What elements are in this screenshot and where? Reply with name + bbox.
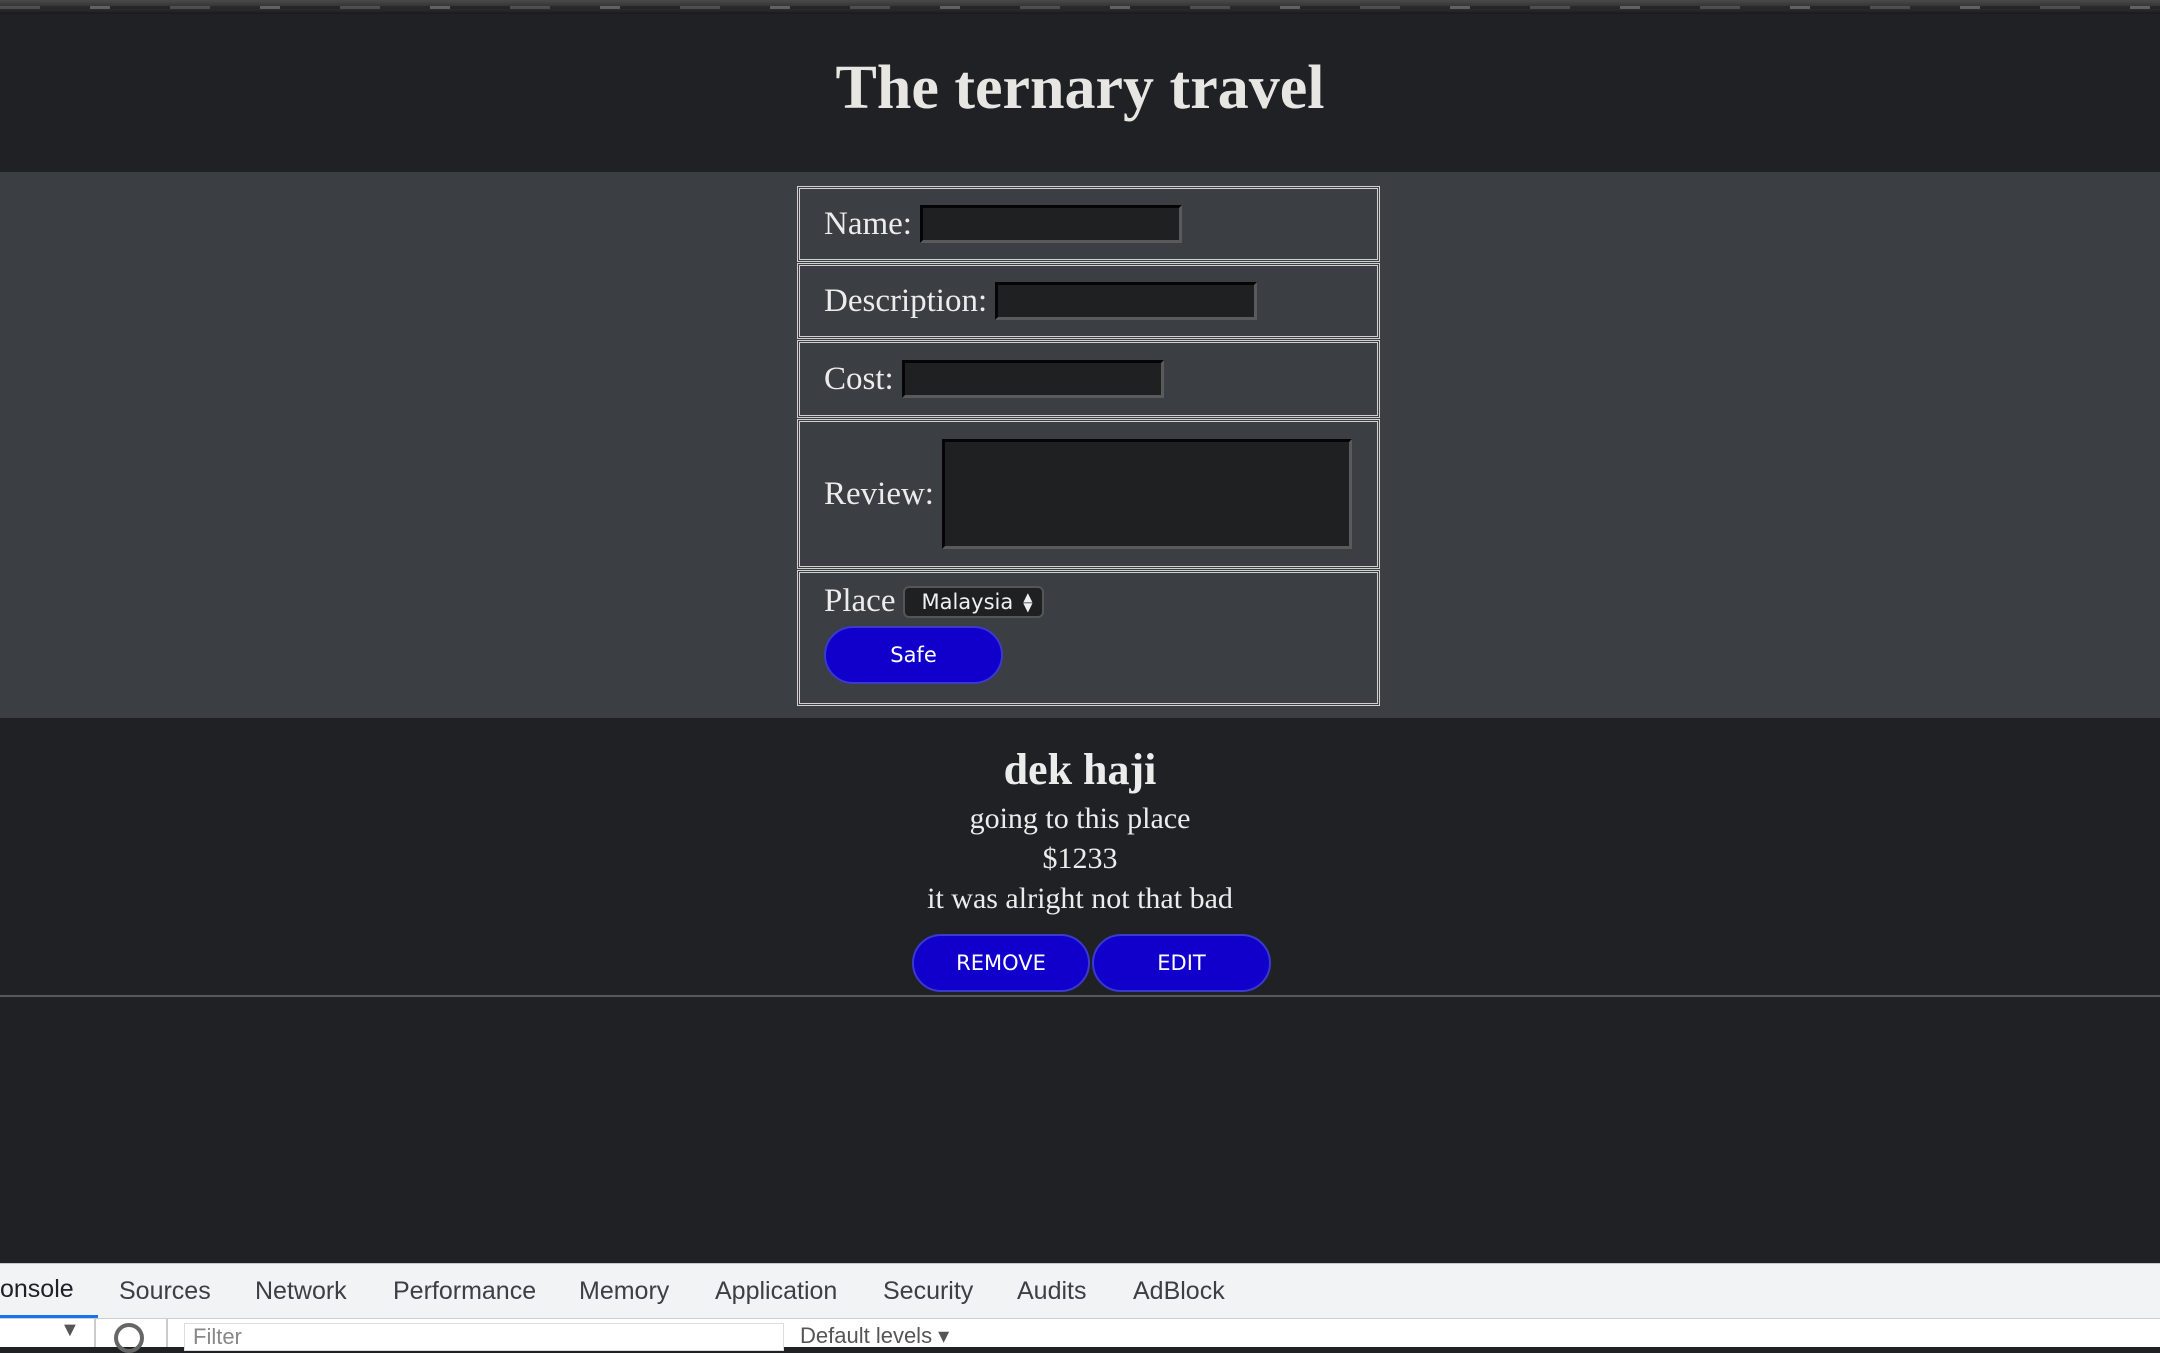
cost-input[interactable]: [901, 360, 1164, 398]
cost-row: Cost:: [797, 340, 1380, 418]
context-dropdown-icon[interactable]: ▼: [60, 1319, 80, 1342]
devtools-panel: onsole Sources Network Performance Memor…: [0, 1263, 2160, 1353]
place-line: Place Malaysia ▲ ▼: [824, 583, 1045, 620]
place-label: Place: [824, 583, 896, 619]
review-label: Review:: [824, 475, 934, 512]
filter-placeholder: Filter: [193, 1324, 242, 1349]
name-input[interactable]: [919, 205, 1182, 243]
entry-review: it was alright not that bad: [927, 882, 1233, 915]
place-select[interactable]: Malaysia ▲ ▼: [903, 585, 1045, 618]
console-toolbar: ▼ Filter Default levels ▾: [0, 1319, 2160, 1353]
review-textarea[interactable]: [941, 439, 1352, 549]
edit-button[interactable]: EDIT: [1092, 934, 1271, 992]
tab-application[interactable]: Application: [715, 1264, 837, 1318]
entry-description: going to this place: [969, 802, 1191, 835]
tab-sources[interactable]: Sources: [119, 1264, 211, 1318]
log-levels-dropdown[interactable]: Default levels ▾: [800, 1323, 949, 1349]
page-title: The ternary travel: [835, 53, 1325, 122]
save-button[interactable]: Safe: [824, 626, 1003, 684]
tab-console[interactable]: onsole: [0, 1264, 98, 1318]
devtools-tabbar: onsole Sources Network Performance Memor…: [0, 1264, 2160, 1319]
select-arrows-icon: ▲ ▼: [1023, 589, 1033, 614]
filter-input[interactable]: Filter: [184, 1323, 784, 1351]
remove-button[interactable]: REMOVE: [912, 934, 1090, 992]
toolbar-divider: [94, 1319, 96, 1347]
entry-divider: [0, 995, 2160, 997]
entry-cost: $1233: [1042, 842, 1118, 875]
review-row: Review:: [797, 419, 1380, 569]
cost-label: Cost:: [824, 360, 894, 397]
tab-performance[interactable]: Performance: [393, 1264, 536, 1318]
tab-audits[interactable]: Audits: [1017, 1264, 1086, 1318]
page-header: The ternary travel: [0, 14, 2160, 172]
name-row: Name:: [797, 186, 1380, 262]
tab-network[interactable]: Network: [255, 1264, 347, 1318]
description-row: Description:: [797, 263, 1380, 339]
tab-security[interactable]: Security: [883, 1264, 973, 1318]
place-selected-value: Malaysia: [921, 589, 1014, 614]
place-row: Place Malaysia ▲ ▼ Safe: [797, 570, 1380, 706]
toolbar-divider-2: [166, 1319, 168, 1347]
description-input[interactable]: [995, 282, 1258, 320]
tab-adblock[interactable]: AdBlock: [1133, 1264, 1225, 1318]
entry-name: dek haji: [1003, 745, 1157, 794]
description-label: Description:: [824, 282, 988, 319]
eye-icon[interactable]: [114, 1323, 144, 1353]
tab-memory[interactable]: Memory: [579, 1264, 669, 1318]
form-section: Name: Description: Cost: Review: Place M…: [0, 172, 2160, 718]
browser-top-edge: [0, 0, 2160, 14]
name-label: Name:: [824, 205, 912, 242]
